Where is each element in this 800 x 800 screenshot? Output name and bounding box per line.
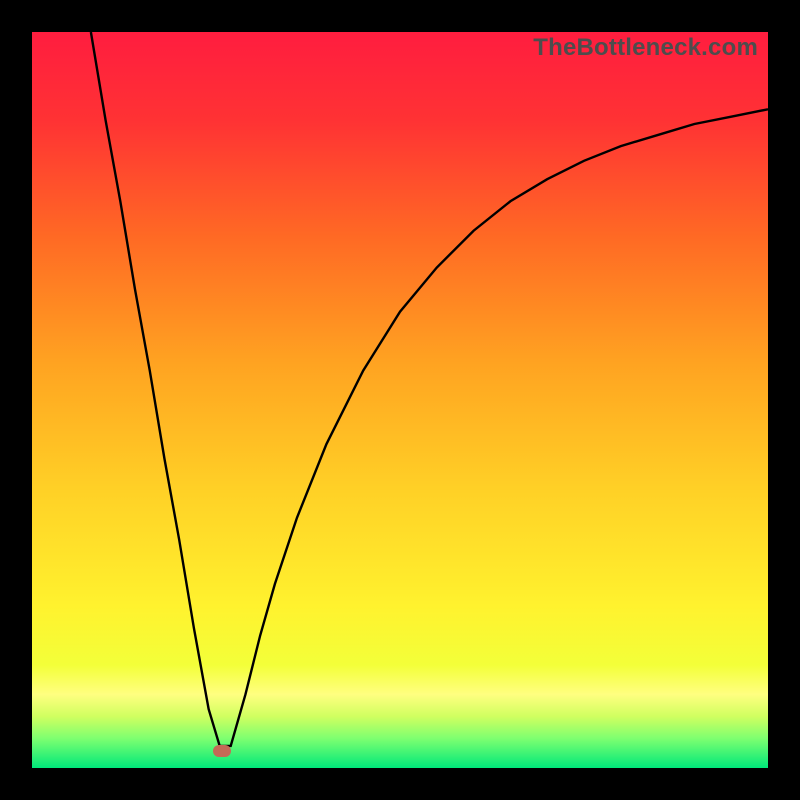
watermark-text: TheBottleneck.com	[533, 34, 758, 62]
chart-frame: TheBottleneck.com	[0, 0, 800, 800]
frame-border-right	[768, 0, 800, 800]
frame-border-top	[0, 0, 800, 32]
bottleneck-curve	[32, 32, 768, 768]
frame-border-bottom	[0, 768, 800, 800]
plot-area: TheBottleneck.com	[32, 32, 768, 768]
optimal-point-marker	[213, 745, 231, 757]
frame-border-left	[0, 0, 32, 800]
